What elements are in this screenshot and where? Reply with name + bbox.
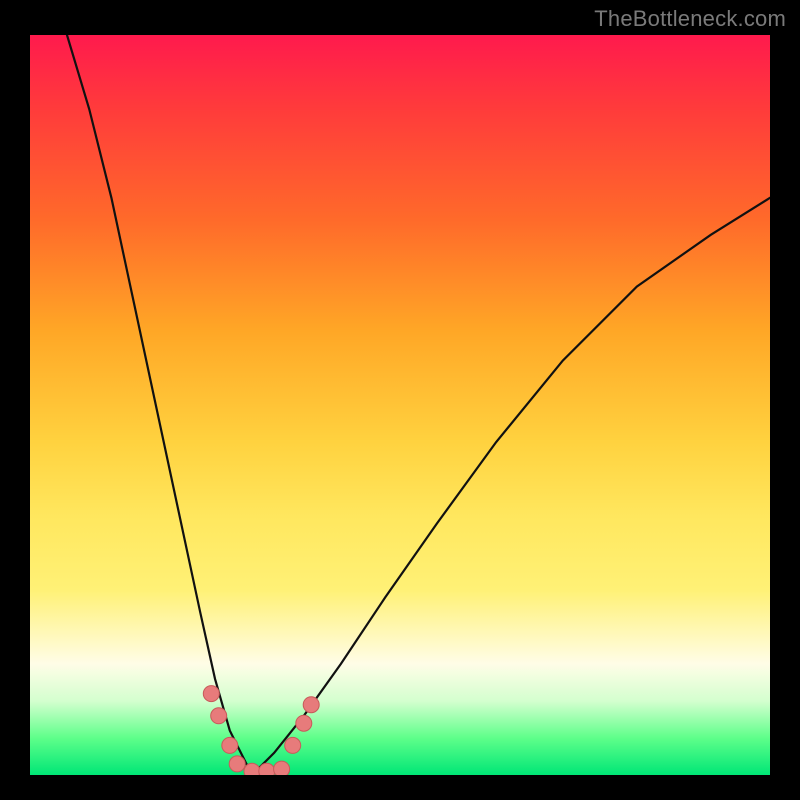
plot-area	[30, 35, 770, 775]
marker-point	[229, 756, 245, 772]
chart-frame: TheBottleneck.com	[0, 0, 800, 800]
series-group	[67, 35, 770, 775]
chart-svg	[30, 35, 770, 775]
marker-point	[203, 686, 219, 702]
series-right-curve	[252, 198, 770, 775]
marker-point	[244, 763, 260, 775]
watermark-text: TheBottleneck.com	[594, 6, 786, 32]
marker-point	[285, 737, 301, 753]
marker-point	[274, 761, 290, 775]
marker-point	[296, 715, 312, 731]
marker-point	[211, 708, 227, 724]
series-left-curve	[67, 35, 252, 775]
marker-point	[259, 763, 275, 775]
marker-point	[222, 737, 238, 753]
marker-point	[303, 697, 319, 713]
